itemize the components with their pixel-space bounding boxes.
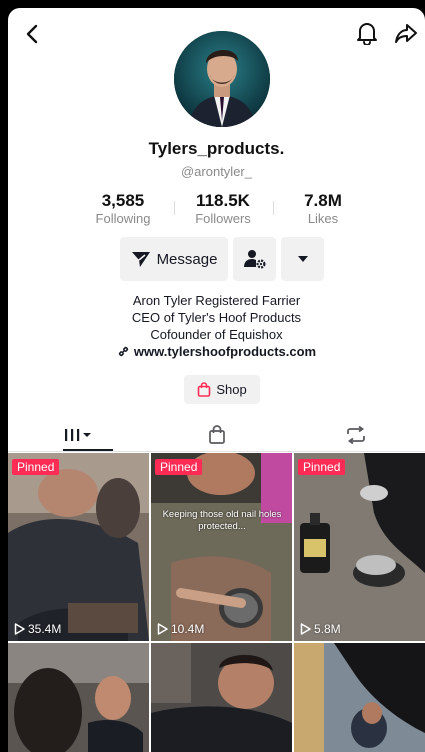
pinned-badge: Pinned [155,459,203,475]
video-thumbnail[interactable] [8,643,149,752]
bio-line: Cofounder of Equishox [150,327,283,342]
thumbnail-image [294,453,425,641]
play-icon [14,623,25,635]
bio-line: Aron Tyler Registered Farrier [132,293,301,308]
stat-value: 3,585 [101,191,145,210]
view-count-value: 35.4M [28,622,62,636]
video-grid: Pinned 35.4M Pinned Keeping those old na… [8,453,425,752]
video-thumbnail[interactable]: Pinned 5.8M [294,453,425,641]
thumbnail-image [151,643,292,752]
shopping-bag-icon [208,425,225,444]
bell-icon [357,23,377,45]
video-grid-icon [64,429,91,441]
thumbnail-image [294,643,425,752]
view-count: 10.4M [157,622,204,636]
view-count-value: 10.4M [171,622,205,636]
bio-line: CEO of Tyler's Hoof Products [131,310,302,325]
tab-shop[interactable] [147,418,286,452]
thumbnail-image [8,643,149,752]
thumbnail-image [8,453,149,641]
link-icon [118,346,129,357]
share-arrow-icon [395,24,417,43]
send-icon [131,252,150,267]
back-button[interactable] [20,22,44,46]
active-tab-indicator [63,449,113,451]
stat-followers[interactable]: 118.5K Followers [173,191,273,227]
video-thumbnail[interactable] [294,643,425,752]
bio: Aron Tyler Registered Farrier CEO of Tyl… [8,292,425,343]
play-icon [300,623,311,635]
shopping-bag-icon [198,382,211,397]
video-thumbnail[interactable]: Pinned 35.4M [8,453,149,641]
shop-button-label: Shop [216,382,247,397]
view-count: 35.4M [14,622,61,636]
bio-link-text: www.tylershoofproducts.com [133,344,317,359]
notifications-button[interactable] [354,20,380,46]
view-count-value: 5.8M [314,622,341,636]
username: Tylers_products. [148,139,285,158]
person-gear-icon [243,250,266,269]
tab-videos[interactable] [8,418,147,452]
shop-button[interactable]: Shop [184,375,260,404]
caret-down-icon [297,256,308,262]
follow-settings-button[interactable] [233,237,276,281]
bio-link[interactable]: www.tylershoofproducts.com [8,344,425,359]
pinned-badge: Pinned [12,459,60,475]
profile-stats: 3,585 Following 118.5K Followers 7.8M Li… [68,191,378,231]
message-button-label: Message [156,250,218,268]
video-thumbnail[interactable] [151,643,292,752]
pinned-badge: Pinned [298,459,346,475]
video-thumbnail[interactable]: Pinned Keeping those old nail holes prot… [151,453,292,641]
more-options-button[interactable] [281,237,324,281]
share-button[interactable] [392,20,420,46]
message-button[interactable]: Message [120,237,228,281]
avatar[interactable] [174,31,270,127]
content-tabs [8,418,425,452]
stat-following[interactable]: 3,585 Following [73,191,173,227]
video-caption: Keeping those old nail holes protected..… [162,509,282,532]
stat-likes[interactable]: 7.8M Likes [273,191,373,227]
profile-photo [174,31,270,127]
chevron-left-icon [26,24,38,44]
repost-icon [346,426,365,444]
stat-label: Followers [195,211,251,226]
tab-reposts[interactable] [286,418,425,452]
profile-screen: Tylers_products. @arontyler_ 3,585 Follo… [8,8,425,752]
user-handle: @arontyler_ [180,164,252,179]
stat-value: 118.5K [196,191,250,210]
thumbnail-image [151,453,292,641]
view-count: 5.8M [300,622,341,636]
stat-value: 7.8M [304,191,342,210]
play-icon [157,623,168,635]
stat-label: Following [95,211,151,226]
stat-label: Likes [307,211,339,226]
